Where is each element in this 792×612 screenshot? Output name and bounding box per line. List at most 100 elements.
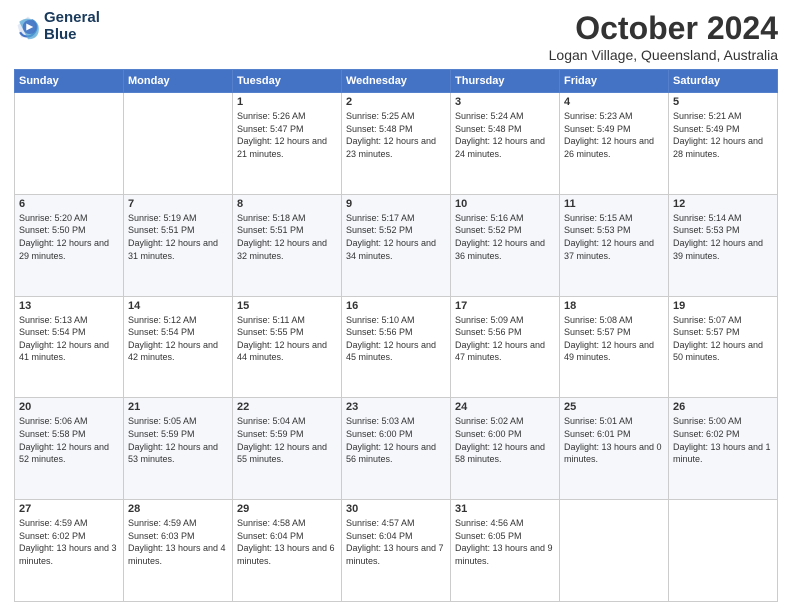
day-number: 3 — [455, 96, 555, 108]
day-number: 4 — [564, 96, 664, 108]
day-info: Sunrise: 4:59 AM Sunset: 6:02 PM Dayligh… — [19, 517, 119, 567]
calendar-cell: 9 Sunrise: 5:17 AM Sunset: 5:52 PM Daylig… — [342, 194, 451, 296]
calendar-cell: 15 Sunrise: 5:11 AM Sunset: 5:55 PM Dayli… — [233, 296, 342, 398]
calendar-cell: 22 Sunrise: 5:04 AM Sunset: 5:59 PM Dayli… — [233, 398, 342, 500]
day-info: Sunrise: 4:58 AM Sunset: 6:04 PM Dayligh… — [237, 517, 337, 567]
day-info: Sunrise: 5:10 AM Sunset: 5:56 PM Dayligh… — [346, 314, 446, 364]
calendar-table: SundayMondayTuesdayWednesdayThursdayFrid… — [14, 69, 778, 602]
day-number: 30 — [346, 503, 446, 515]
day-number: 5 — [673, 96, 773, 108]
calendar-cell: 5 Sunrise: 5:21 AM Sunset: 5:49 PM Daylig… — [669, 93, 778, 195]
calendar-week-5: 27 Sunrise: 4:59 AM Sunset: 6:02 PM Dayli… — [15, 500, 778, 602]
calendar-cell: 17Sunrise: 5:09 AM Sunset: 5:56 PM Dayli… — [451, 296, 560, 398]
calendar-cell: 20Sunrise: 5:06 AM Sunset: 5:58 PM Dayli… — [15, 398, 124, 500]
calendar-cell — [560, 500, 669, 602]
day-info: Sunrise: 5:12 AM Sunset: 5:54 PM Dayligh… — [128, 314, 228, 364]
calendar-cell: 11Sunrise: 5:15 AM Sunset: 5:53 PM Dayli… — [560, 194, 669, 296]
day-info: Sunrise: 5:24 AM Sunset: 5:48 PM Dayligh… — [455, 110, 555, 160]
calendar-cell: 3 Sunrise: 5:24 AM Sunset: 5:48 PM Daylig… — [451, 93, 560, 195]
day-info: Sunrise: 5:13 AM Sunset: 5:54 PM Dayligh… — [19, 314, 119, 364]
day-info: Sunrise: 4:56 AM Sunset: 6:05 PM Dayligh… — [455, 517, 555, 567]
day-info: Sunrise: 5:23 AM Sunset: 5:49 PM Dayligh… — [564, 110, 664, 160]
day-number: 18 — [564, 300, 664, 312]
day-info: Sunrise: 5:21 AM Sunset: 5:49 PM Dayligh… — [673, 110, 773, 160]
calendar-cell: 28 Sunrise: 4:59 AM Sunset: 6:03 PM Dayli… — [124, 500, 233, 602]
weekday-header-wednesday: Wednesday — [342, 70, 451, 93]
calendar-cell: 6Sunrise: 5:20 AM Sunset: 5:50 PM Daylig… — [15, 194, 124, 296]
day-number: 22 — [237, 401, 337, 413]
calendar-cell: 4 Sunrise: 5:23 AM Sunset: 5:49 PM Daylig… — [560, 93, 669, 195]
day-info: Sunrise: 5:02 AM Sunset: 6:00 PM Dayligh… — [455, 415, 555, 465]
calendar-cell — [124, 93, 233, 195]
calendar-cell: 12 Sunrise: 5:14 AM Sunset: 5:53 PM Dayli… — [669, 194, 778, 296]
day-number: 16 — [346, 300, 446, 312]
calendar-cell: 16 Sunrise: 5:10 AM Sunset: 5:56 PM Dayli… — [342, 296, 451, 398]
calendar-cell: 30 Sunrise: 4:57 AM Sunset: 6:04 PM Dayli… — [342, 500, 451, 602]
calendar-cell — [669, 500, 778, 602]
day-info: Sunrise: 5:06 AM Sunset: 5:58 PM Dayligh… — [19, 415, 119, 465]
calendar-week-3: 13 Sunrise: 5:13 AM Sunset: 5:54 PM Dayli… — [15, 296, 778, 398]
weekday-header-sunday: Sunday — [15, 70, 124, 93]
calendar-cell: 21 Sunrise: 5:05 AM Sunset: 5:59 PM Dayli… — [124, 398, 233, 500]
day-number: 1 — [237, 96, 337, 108]
day-number: 11 — [564, 198, 664, 210]
calendar-cell: 1 Sunrise: 5:26 AM Sunset: 5:47 PM Daylig… — [233, 93, 342, 195]
day-number: 12 — [673, 198, 773, 210]
day-info: Sunrise: 5:18 AM Sunset: 5:51 PM Dayligh… — [237, 212, 337, 262]
calendar-cell: 8Sunrise: 5:18 AM Sunset: 5:51 PM Daylig… — [233, 194, 342, 296]
day-info: Sunrise: 4:59 AM Sunset: 6:03 PM Dayligh… — [128, 517, 228, 567]
day-number: 23 — [346, 401, 446, 413]
day-info: Sunrise: 5:07 AM Sunset: 5:57 PM Dayligh… — [673, 314, 773, 364]
calendar-week-1: 1 Sunrise: 5:26 AM Sunset: 5:47 PM Daylig… — [15, 93, 778, 195]
day-number: 21 — [128, 401, 228, 413]
calendar-cell: 19Sunrise: 5:07 AM Sunset: 5:57 PM Dayli… — [669, 296, 778, 398]
calendar-cell: 26 Sunrise: 5:00 AM Sunset: 6:02 PM Dayli… — [669, 398, 778, 500]
weekday-header-saturday: Saturday — [669, 70, 778, 93]
weekday-header-thursday: Thursday — [451, 70, 560, 93]
location-title: Logan Village, Queensland, Australia — [549, 47, 778, 63]
day-info: Sunrise: 4:57 AM Sunset: 6:04 PM Dayligh… — [346, 517, 446, 567]
logo: General Blue — [14, 10, 100, 43]
day-info: Sunrise: 5:05 AM Sunset: 5:59 PM Dayligh… — [128, 415, 228, 465]
title-block: October 2024 Logan Village, Queensland, … — [549, 10, 778, 63]
calendar-cell: 18 Sunrise: 5:08 AM Sunset: 5:57 PM Dayli… — [560, 296, 669, 398]
calendar-cell: 23Sunrise: 5:03 AM Sunset: 6:00 PM Dayli… — [342, 398, 451, 500]
day-info: Sunrise: 5:01 AM Sunset: 6:01 PM Dayligh… — [564, 415, 664, 465]
calendar-body: 1 Sunrise: 5:26 AM Sunset: 5:47 PM Daylig… — [15, 93, 778, 602]
day-info: Sunrise: 5:00 AM Sunset: 6:02 PM Dayligh… — [673, 415, 773, 465]
day-number: 2 — [346, 96, 446, 108]
calendar-cell: 7 Sunrise: 5:19 AM Sunset: 5:51 PM Daylig… — [124, 194, 233, 296]
calendar-week-2: 6Sunrise: 5:20 AM Sunset: 5:50 PM Daylig… — [15, 194, 778, 296]
calendar-cell: 10Sunrise: 5:16 AM Sunset: 5:52 PM Dayli… — [451, 194, 560, 296]
day-number: 7 — [128, 198, 228, 210]
day-number: 15 — [237, 300, 337, 312]
calendar-cell: 24Sunrise: 5:02 AM Sunset: 6:00 PM Dayli… — [451, 398, 560, 500]
day-number: 6 — [19, 198, 119, 210]
day-info: Sunrise: 5:08 AM Sunset: 5:57 PM Dayligh… — [564, 314, 664, 364]
day-number: 25 — [564, 401, 664, 413]
day-number: 28 — [128, 503, 228, 515]
calendar-cell: 25 Sunrise: 5:01 AM Sunset: 6:01 PM Dayli… — [560, 398, 669, 500]
day-number: 13 — [19, 300, 119, 312]
day-info: Sunrise: 5:11 AM Sunset: 5:55 PM Dayligh… — [237, 314, 337, 364]
logo-icon — [14, 13, 42, 41]
day-info: Sunrise: 5:17 AM Sunset: 5:52 PM Dayligh… — [346, 212, 446, 262]
calendar-cell: 2 Sunrise: 5:25 AM Sunset: 5:48 PM Daylig… — [342, 93, 451, 195]
day-number: 27 — [19, 503, 119, 515]
calendar-cell: 29Sunrise: 4:58 AM Sunset: 6:04 PM Dayli… — [233, 500, 342, 602]
weekday-header-friday: Friday — [560, 70, 669, 93]
day-info: Sunrise: 5:14 AM Sunset: 5:53 PM Dayligh… — [673, 212, 773, 262]
calendar-cell — [15, 93, 124, 195]
calendar-week-4: 20Sunrise: 5:06 AM Sunset: 5:58 PM Dayli… — [15, 398, 778, 500]
day-info: Sunrise: 5:25 AM Sunset: 5:48 PM Dayligh… — [346, 110, 446, 160]
logo-line1: General — [44, 10, 100, 27]
day-number: 26 — [673, 401, 773, 413]
weekday-header-monday: Monday — [124, 70, 233, 93]
day-info: Sunrise: 5:26 AM Sunset: 5:47 PM Dayligh… — [237, 110, 337, 160]
calendar-cell: 13 Sunrise: 5:13 AM Sunset: 5:54 PM Dayli… — [15, 296, 124, 398]
day-number: 9 — [346, 198, 446, 210]
day-info: Sunrise: 5:19 AM Sunset: 5:51 PM Dayligh… — [128, 212, 228, 262]
page: General Blue October 2024 Logan Village,… — [0, 0, 792, 612]
day-info: Sunrise: 5:09 AM Sunset: 5:56 PM Dayligh… — [455, 314, 555, 364]
day-info: Sunrise: 5:04 AM Sunset: 5:59 PM Dayligh… — [237, 415, 337, 465]
